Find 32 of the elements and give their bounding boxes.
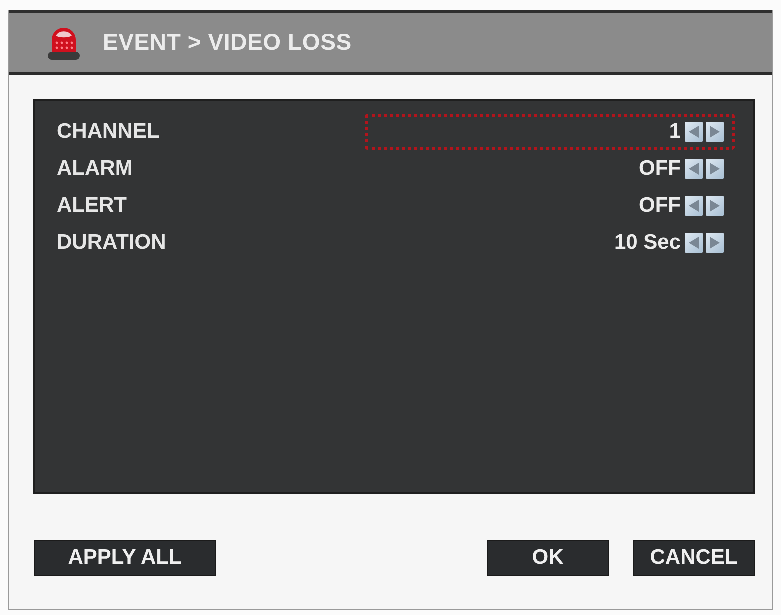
- setting-label: DURATION: [57, 230, 166, 254]
- next-button[interactable]: [706, 232, 724, 252]
- previous-button[interactable]: [685, 232, 703, 252]
- setting-value: 1: [669, 120, 681, 144]
- next-button[interactable]: [706, 122, 724, 142]
- dialog-button[interactable]: CANCEL: [633, 540, 755, 576]
- setting-label: CHANNEL: [57, 120, 160, 144]
- setting-control[interactable]: 10 Sec: [365, 224, 735, 260]
- caret-right-icon: [710, 200, 720, 212]
- previous-button[interactable]: [685, 158, 703, 178]
- previous-button[interactable]: [685, 122, 703, 142]
- setting-value: OFF: [639, 156, 681, 180]
- setting-label: ALARM: [57, 156, 133, 180]
- setting-value: OFF: [639, 194, 681, 218]
- setting-control[interactable]: 1: [365, 114, 735, 150]
- setting-value: 10 Sec: [614, 230, 681, 254]
- dialog-button[interactable]: OK: [487, 540, 609, 576]
- caret-left-icon: [689, 162, 699, 174]
- apply-all-button[interactable]: APPLY ALL: [34, 540, 216, 576]
- setting-control[interactable]: OFF: [365, 188, 735, 224]
- caret-left-icon: [689, 200, 699, 212]
- caret-right-icon: [710, 162, 720, 174]
- caret-right-icon: [710, 236, 720, 248]
- previous-button[interactable]: [685, 196, 703, 216]
- setting-label: ALERT: [57, 194, 127, 218]
- window-title: EVENT > VIDEO LOSS: [103, 29, 352, 56]
- next-button[interactable]: [706, 158, 724, 178]
- caret-left-icon: [689, 236, 699, 248]
- caret-right-icon: [710, 126, 720, 138]
- caret-left-icon: [689, 126, 699, 138]
- next-button[interactable]: [706, 196, 724, 216]
- setting-control[interactable]: OFF: [365, 150, 735, 186]
